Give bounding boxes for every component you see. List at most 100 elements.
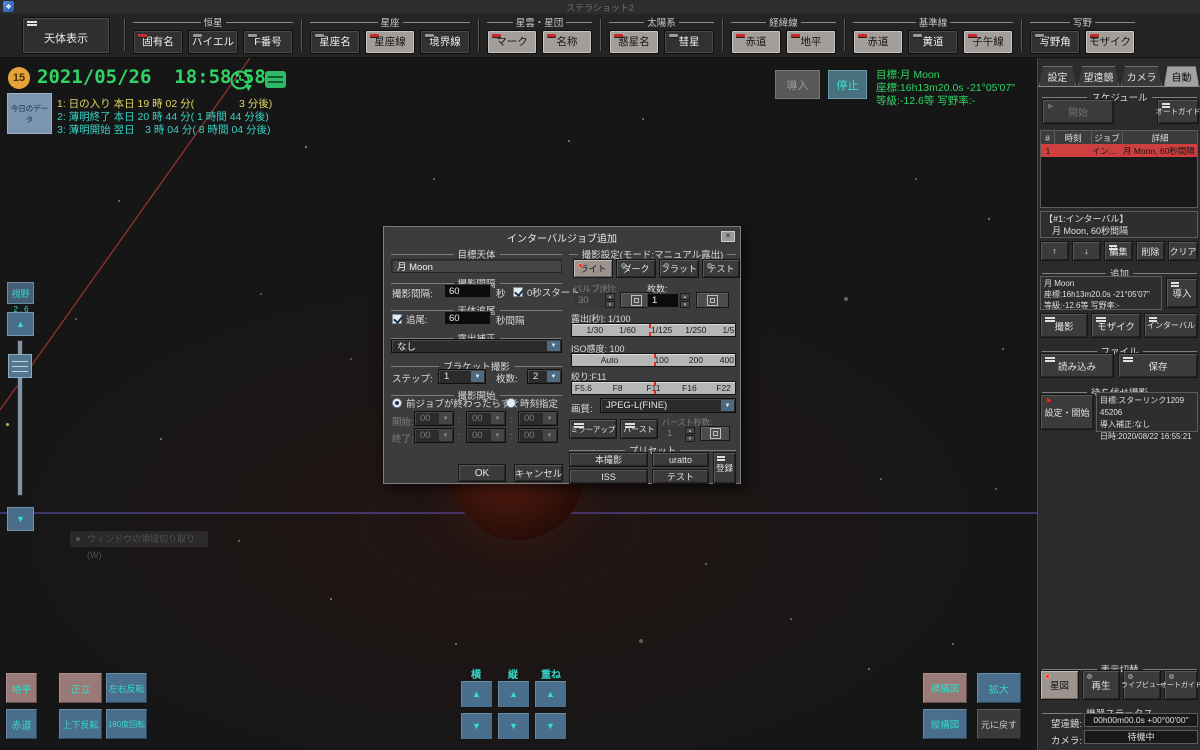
view-playback-button[interactable]: 再生 [1082, 670, 1120, 700]
view-liveview-button[interactable]: ライブビュー [1123, 670, 1161, 700]
mode-light-button[interactable]: ライト [573, 259, 613, 278]
count-repeat-button[interactable] [696, 292, 729, 308]
begin-minute-select[interactable]: 00 [466, 411, 506, 426]
toolbar-toggle-bayer[interactable]: バイエル [188, 30, 238, 54]
bracket-step-select[interactable]: 1 [438, 369, 486, 384]
burst-button[interactable]: バースト [620, 419, 658, 439]
schedule-start-button[interactable]: ▶ 開始 [1042, 99, 1114, 124]
preset-register-button[interactable]: 登録 [713, 452, 736, 484]
horizon-mode-button[interactable]: 地平 [5, 672, 38, 704]
end-minute-select[interactable]: 00 [466, 428, 506, 443]
begin-second-select[interactable]: 00 [518, 411, 558, 426]
file-save-button[interactable]: 保存 [1118, 353, 1198, 378]
quality-select[interactable]: JPEG-L(FINE) [600, 398, 736, 413]
move-down-button[interactable]: ↓ [1072, 241, 1101, 261]
toolbar-toggle-constellation-name[interactable]: 星座名 [310, 30, 360, 54]
toolbar-toggle-mosaic[interactable]: モザイク [1085, 30, 1135, 54]
spin-up-icon[interactable] [685, 427, 695, 434]
view-autoguide-button[interactable]: オートガイド [1164, 670, 1198, 700]
spin-down-icon[interactable] [680, 301, 690, 308]
spin-up-icon[interactable] [605, 293, 615, 300]
pan-horizontal-up-button[interactable]: ▲ [460, 680, 493, 708]
begin-hour-select[interactable]: 00 [414, 411, 454, 426]
end-second-select[interactable]: 00 [518, 428, 558, 443]
view-starchart-button[interactable]: 星図 [1040, 670, 1079, 700]
toolbar-toggle-fov-angle[interactable]: 写野角 [1030, 30, 1080, 54]
toolbar-toggle-proper-name[interactable]: 固有名 [133, 30, 183, 54]
tracking-checkbox[interactable]: 追尾: [392, 312, 428, 326]
toolbar-toggle-celestial-equator[interactable]: 赤道 [853, 30, 903, 54]
edit-button[interactable]: 編集 [1104, 241, 1133, 261]
clock-reset-icon[interactable] [229, 69, 253, 93]
portrait-composition-button[interactable]: 縦構図 [922, 708, 968, 740]
preset-iss-button[interactable]: ISS [569, 469, 648, 484]
toolbar-toggle-fnumber[interactable]: F番号 [243, 30, 293, 54]
pan-vertical-down-button[interactable]: ▼ [497, 712, 530, 740]
burst-sec-input[interactable]: 1 [662, 427, 684, 440]
bracket-count-select[interactable]: 2 [527, 369, 562, 384]
ambush-start-button[interactable]: ⚑ 設定・開始 [1040, 394, 1094, 430]
interval-input[interactable]: 60 [444, 284, 491, 298]
spin-down-icon[interactable] [605, 301, 615, 308]
move-up-button[interactable]: ↑ [1040, 241, 1069, 261]
mode-flat-button[interactable]: フラット [659, 259, 699, 278]
today-data-button[interactable]: 今日のデータ [7, 93, 52, 134]
pan-horizontal-down-button[interactable]: ▼ [460, 712, 493, 740]
exposure-compensation-select[interactable]: なし [391, 339, 562, 353]
toolbar-toggle-name[interactable]: 名称 [542, 30, 592, 54]
end-hour-select[interactable]: 00 [414, 428, 454, 443]
mode-dark-button[interactable]: ダーク [616, 259, 656, 278]
add-interval-button[interactable]: インターバル [1144, 313, 1198, 338]
preset-test-button[interactable]: テスト [652, 469, 709, 484]
target-body-input[interactable]: 月 Moon [391, 259, 562, 273]
spin-up-icon[interactable] [680, 293, 690, 300]
toolbar-toggle-ecliptic[interactable]: 黄道 [908, 30, 958, 54]
toolbar-toggle-constellation-line[interactable]: 星座線 [365, 30, 415, 54]
equatorial-mode-button[interactable]: 赤道 [5, 708, 38, 740]
toolbar-toggle-meridian[interactable]: 子午線 [963, 30, 1013, 54]
close-icon[interactable] [721, 231, 735, 242]
iso-slider[interactable]: Auto 100 200 400 [571, 353, 736, 367]
toolbar-toggle-mark[interactable]: マーク [487, 30, 537, 54]
tracking-interval-input[interactable]: 60 [444, 311, 491, 325]
file-load-button[interactable]: 読み込み [1040, 353, 1114, 378]
pan-vertical-up-button[interactable]: ▲ [497, 680, 530, 708]
mirror-up-button[interactable]: ミラーアップ [569, 419, 617, 439]
start-timed-radio[interactable]: 時刻指定 [506, 396, 558, 410]
zero-sec-start-checkbox[interactable]: 0秒スタート [513, 285, 580, 299]
schedule-row-selected[interactable]: 1 イン... 月 Moon, 60秒間隔 [1041, 144, 1197, 157]
landscape-composition-button[interactable]: 横構図 [922, 672, 968, 704]
count-spinner[interactable] [680, 293, 690, 308]
bulb-spinner[interactable] [605, 293, 615, 308]
toolbar-toggle-comet[interactable]: 彗星 [664, 30, 714, 54]
fov-zoom-in-button[interactable]: ▲ [7, 312, 34, 336]
toolbar-toggle-boundary-line[interactable]: 境界線 [420, 30, 470, 54]
delete-button[interactable]: 削除 [1136, 241, 1165, 261]
celestial-display-button[interactable]: 天体表示 [22, 17, 110, 54]
fov-slider-handle[interactable] [8, 354, 32, 378]
aperture-slider[interactable]: F5.6 F8 F11 F16 F22 [571, 381, 736, 395]
goto-button[interactable]: 導入 [775, 70, 820, 99]
add-mosaic-button[interactable]: モザイク [1091, 313, 1141, 338]
clear-button[interactable]: クリア [1168, 241, 1198, 261]
upright-button[interactable]: 正立 [58, 672, 103, 704]
start-immediate-radio[interactable]: 前ジョブが終わったらすぐ [392, 396, 520, 410]
bulb-input[interactable]: 30 [573, 293, 604, 308]
schedule-table[interactable]: # 時刻 ジョブ 詳細 1 イン... 月 Moon, 60秒間隔 [1040, 130, 1198, 208]
toolbar-toggle-equatorial-grid[interactable]: 赤道 [731, 30, 781, 54]
flip-horizontal-button[interactable]: 左右反転 [105, 672, 148, 704]
preset-uratto-button[interactable]: uratto [652, 452, 709, 467]
add-capture-button[interactable]: 撮影 [1040, 313, 1088, 338]
schedule-autoguide-button[interactable]: オートガイド [1157, 99, 1199, 124]
ok-button[interactable]: OK [458, 464, 506, 482]
fov-zoom-out-button[interactable]: ▼ [7, 507, 34, 531]
tab-auto[interactable]: 自動 [1164, 66, 1199, 86]
stop-button[interactable]: 停止 [828, 70, 867, 99]
pan-overlap-up-button[interactable]: ▲ [534, 680, 567, 708]
burst-sec-spinner[interactable] [685, 427, 695, 442]
exposure-slider[interactable]: 1/30 1/60 1/125 1/250 1/5 [571, 323, 736, 337]
zoom-in-composition-button[interactable]: 拡大 [976, 672, 1022, 704]
add-goto-button[interactable]: 導入 [1166, 278, 1198, 308]
count-input[interactable]: 1 [647, 293, 679, 308]
preset-main-button[interactable]: 本撮影 [569, 452, 648, 467]
